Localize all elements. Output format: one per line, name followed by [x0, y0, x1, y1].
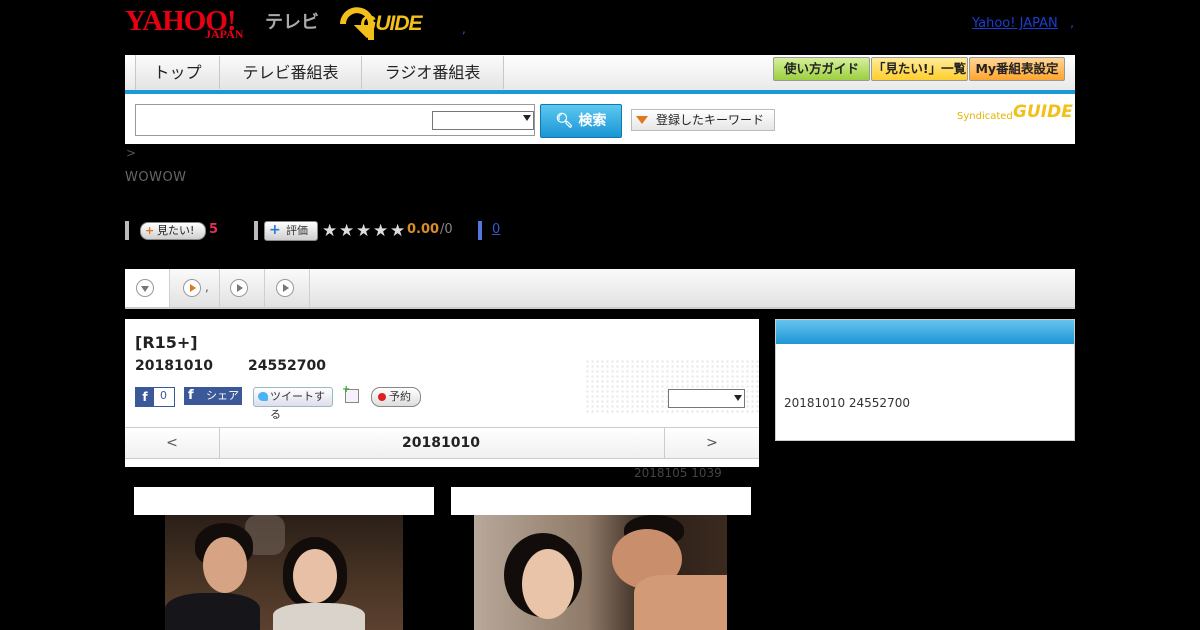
syndicated-gguide-logo: GUIDE	[1013, 102, 1073, 122]
side-panel: 20181010 24552700	[775, 319, 1075, 441]
header-comma: ,	[1070, 16, 1075, 31]
program-tabs: ,	[125, 269, 1075, 309]
program-panel: [R15+] 20181010 24552700 f 0 f シェア ツイートす…	[125, 319, 759, 467]
tab-detail[interactable]	[125, 269, 170, 307]
star-icon: ★	[373, 221, 389, 241]
plus-icon: +	[269, 222, 281, 238]
program-photo	[474, 515, 727, 630]
divider	[478, 221, 482, 240]
yahoo-japan-link[interactable]: Yahoo! JAPAN	[972, 16, 1058, 31]
prev-date-button[interactable]: <	[125, 428, 220, 458]
search-bar: 🔍︎ 検索 登録したキーワード Syndicated GUIDE	[125, 94, 1075, 144]
plus-icon: +	[145, 224, 155, 237]
channel-name: WOWOW	[125, 170, 187, 185]
rate-button[interactable]: + 評価	[264, 221, 318, 241]
play-icon	[276, 279, 294, 297]
nav-tab-tv-schedule[interactable]: テレビ番組表	[220, 56, 362, 89]
tv-logo-text: テレビ	[265, 12, 319, 33]
syndicated-label: Syndicated	[957, 111, 1013, 122]
want-count: 5	[209, 222, 219, 237]
program-title: [R15+]	[135, 333, 198, 352]
facebook-like-button[interactable]: f 0	[135, 387, 175, 407]
tab-label: ,	[205, 280, 209, 294]
divider	[254, 221, 258, 240]
tweet-label: ツイートする	[270, 390, 325, 421]
record-dot-icon	[378, 393, 386, 401]
add-calendar-icon[interactable]: +	[342, 384, 359, 403]
date-navigation: < 20181010 >	[125, 427, 759, 459]
play-icon	[183, 279, 201, 297]
rate-label: 評価	[286, 224, 308, 237]
facebook-share-label: シェア	[206, 389, 239, 402]
side-panel-header	[776, 320, 1074, 344]
tweet-button[interactable]: ツイートする	[253, 387, 333, 421]
yahoo-logo-japan: JAPAN	[205, 27, 244, 41]
chevron-down-icon	[734, 395, 742, 401]
play-icon	[230, 279, 248, 297]
breadcrumb[interactable]: >	[126, 146, 136, 160]
dropdown-arrow-icon	[636, 116, 648, 124]
program-option-select[interactable]	[668, 389, 745, 408]
guide-button[interactable]: 使い方ガイド	[773, 57, 870, 81]
star-icon: ★	[322, 221, 338, 241]
want-to-watch-button[interactable]: + 見たい!	[140, 222, 206, 240]
rating-count: /0	[440, 222, 453, 237]
comment-count-link[interactable]: 0	[492, 222, 500, 237]
facebook-share-button[interactable]: f シェア	[184, 387, 242, 405]
gguide-logo-text: GUIDE	[360, 12, 423, 35]
star-icon: ★	[339, 221, 355, 241]
star-icon: ★	[356, 221, 372, 241]
header-separator: ,	[462, 22, 466, 36]
tab-item-4[interactable]	[265, 269, 310, 307]
facebook-icon: f	[188, 388, 194, 403]
current-date: 20181010	[402, 435, 480, 451]
rating-score: 0.00	[407, 222, 440, 237]
nav-tab-radio-schedule[interactable]: ラジオ番組表	[362, 56, 504, 89]
expand-icon	[136, 279, 154, 297]
registered-keywords-label: 登録したキーワード	[656, 113, 765, 127]
main-nav: トップ テレビ番組表 ラジオ番組表 使い方ガイド 「見たい!」一覧 My番組表設…	[125, 55, 1075, 94]
divider	[125, 221, 129, 240]
photo-caption-bar	[451, 487, 751, 515]
twitter-bird-icon	[258, 392, 268, 401]
star-icon: ★	[390, 221, 406, 241]
search-button-label: 検索	[578, 113, 607, 129]
search-icon: 🔍︎	[555, 113, 574, 129]
nav-edge	[125, 55, 136, 90]
tab-item-3[interactable]	[220, 269, 265, 307]
reserve-label: 予約	[389, 390, 411, 403]
nav-tab-top[interactable]: トップ	[136, 56, 220, 89]
search-category-select[interactable]	[432, 111, 534, 130]
facebook-like-count: 0	[160, 389, 167, 402]
side-panel-info: 20181010 24552700	[784, 396, 910, 410]
program-id: 24552700	[248, 358, 326, 374]
reserve-button[interactable]: 予約	[371, 387, 421, 407]
air-date: 20181010	[135, 358, 213, 374]
want-to-watch-label: 見たい!	[157, 224, 195, 237]
registered-keywords-button[interactable]: 登録したキーワード	[631, 109, 775, 131]
my-schedule-button[interactable]: My番組表設定	[969, 57, 1065, 81]
chevron-down-icon	[523, 115, 531, 121]
want-list-button[interactable]: 「見たい!」一覧	[871, 57, 968, 81]
program-photo	[165, 515, 403, 630]
next-date-button[interactable]: >	[664, 428, 759, 458]
tab-video[interactable]: ,	[170, 269, 220, 307]
facebook-icon: f	[136, 388, 154, 406]
updated-timestamp: 2018105 1039	[634, 466, 722, 480]
search-button[interactable]: 🔍︎ 検索	[540, 104, 622, 138]
photo-caption-bar	[134, 487, 434, 515]
